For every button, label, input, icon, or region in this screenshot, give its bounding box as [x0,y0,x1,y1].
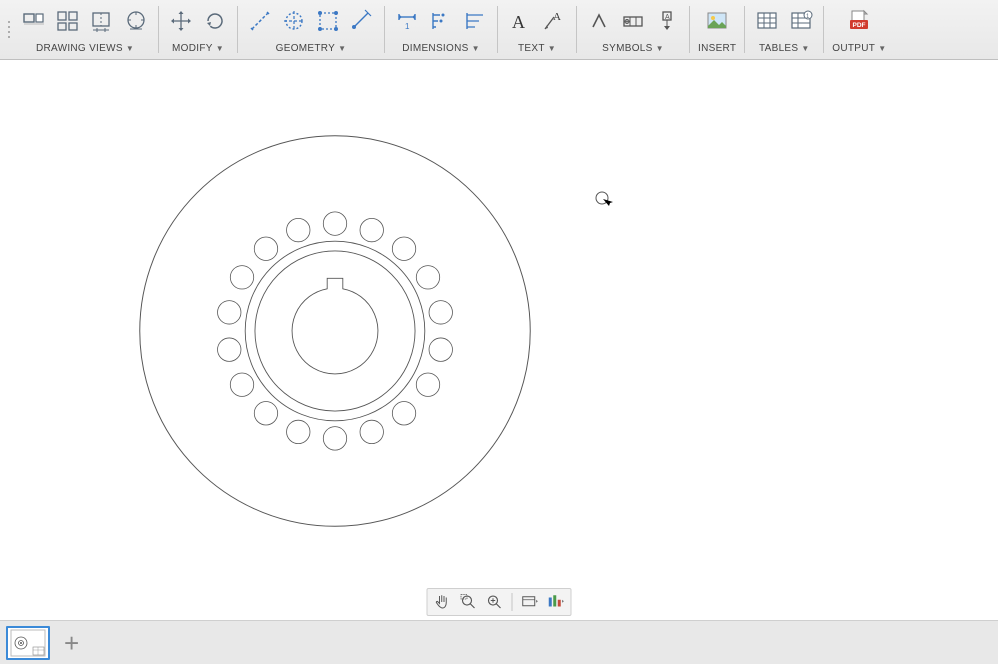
svg-text:A: A [553,11,561,23]
svg-text:A: A [512,12,525,32]
surface-finish-icon[interactable] [585,7,613,35]
group-geometry: GEOMETRY▼ [240,0,382,59]
svg-text:A: A [665,14,670,21]
zoom-window-icon[interactable] [458,591,480,613]
viewbar-separator [512,593,513,611]
add-sheet-button[interactable]: + [60,630,83,656]
toolbar-separator [744,6,745,53]
cursor-indicator [594,190,614,213]
group-drawing-views: DRAWING VIEWS▼ [14,0,156,59]
base-view-icon[interactable] [20,7,48,35]
center-pattern-icon[interactable] [314,7,342,35]
tables-label[interactable]: TABLES▼ [759,39,810,57]
drawing-part [130,126,540,536]
display-settings-icon[interactable] [519,591,541,613]
drawing-views-label[interactable]: DRAWING VIEWS▼ [36,39,134,57]
text-icon[interactable]: A [506,7,534,35]
group-dimensions: 1 DIMENSIONS▼ [387,0,495,59]
insert-label: INSERT [698,39,736,57]
text-label[interactable]: TEXT▼ [518,39,556,57]
ordinate-dim-icon[interactable] [427,7,455,35]
move-icon[interactable] [167,7,195,35]
pan-icon[interactable] [432,591,454,613]
rotate-icon[interactable] [201,7,229,35]
insert-image-icon[interactable] [703,7,731,35]
section-view-icon[interactable] [88,7,116,35]
center-mark-icon[interactable] [280,7,308,35]
view-toolbar [427,588,572,616]
main-toolbar: DRAWING VIEWS▼ MODIFY▼ GEOMETRY▼ 1 DIMEN… [0,0,998,60]
datum-icon[interactable]: A [653,7,681,35]
group-symbols: A SYMBOLS▼ [579,0,687,59]
detail-view-icon[interactable] [122,7,150,35]
svg-text:1: 1 [405,22,410,31]
sheet-thumb-1[interactable] [6,626,50,660]
geometry-label[interactable]: GEOMETRY▼ [276,39,347,57]
group-text: A A TEXT▼ [500,0,574,59]
group-output: PDF OUTPUT▼ [826,0,892,59]
toolbar-separator [689,6,690,53]
dimensions-label[interactable]: DIMENSIONS▼ [402,39,480,57]
centerline-icon[interactable] [246,7,274,35]
output-pdf-icon[interactable]: PDF [845,7,873,35]
output-label[interactable]: OUTPUT▼ [832,39,886,57]
group-insert: INSERT [692,0,742,59]
toolbar-separator [823,6,824,53]
projected-view-icon[interactable] [54,7,82,35]
group-modify: MODIFY▼ [161,0,235,59]
edge-ext-icon[interactable] [348,7,376,35]
table-icon[interactable] [753,7,781,35]
feature-frame-icon[interactable] [619,7,647,35]
effects-icon[interactable] [545,591,567,613]
dimension-icon[interactable]: 1 [393,7,421,35]
baseline-dim-icon[interactable] [461,7,489,35]
svg-text:PDF: PDF [853,22,866,29]
leader-text-icon[interactable]: A [540,7,568,35]
zoom-icon[interactable] [484,591,506,613]
toolbar-separator [497,6,498,53]
symbols-label[interactable]: SYMBOLS▼ [602,39,664,57]
toolbar-separator [237,6,238,53]
parts-list-icon[interactable]: 1 [787,7,815,35]
drawing-canvas[interactable] [0,60,998,620]
toolbar-separator [576,6,577,53]
toolbar-separator [384,6,385,53]
modify-label[interactable]: MODIFY▼ [172,39,224,57]
sheet-bar: + [0,620,998,664]
toolbar-separator [158,6,159,53]
group-tables: 1 TABLES▼ [747,0,821,59]
